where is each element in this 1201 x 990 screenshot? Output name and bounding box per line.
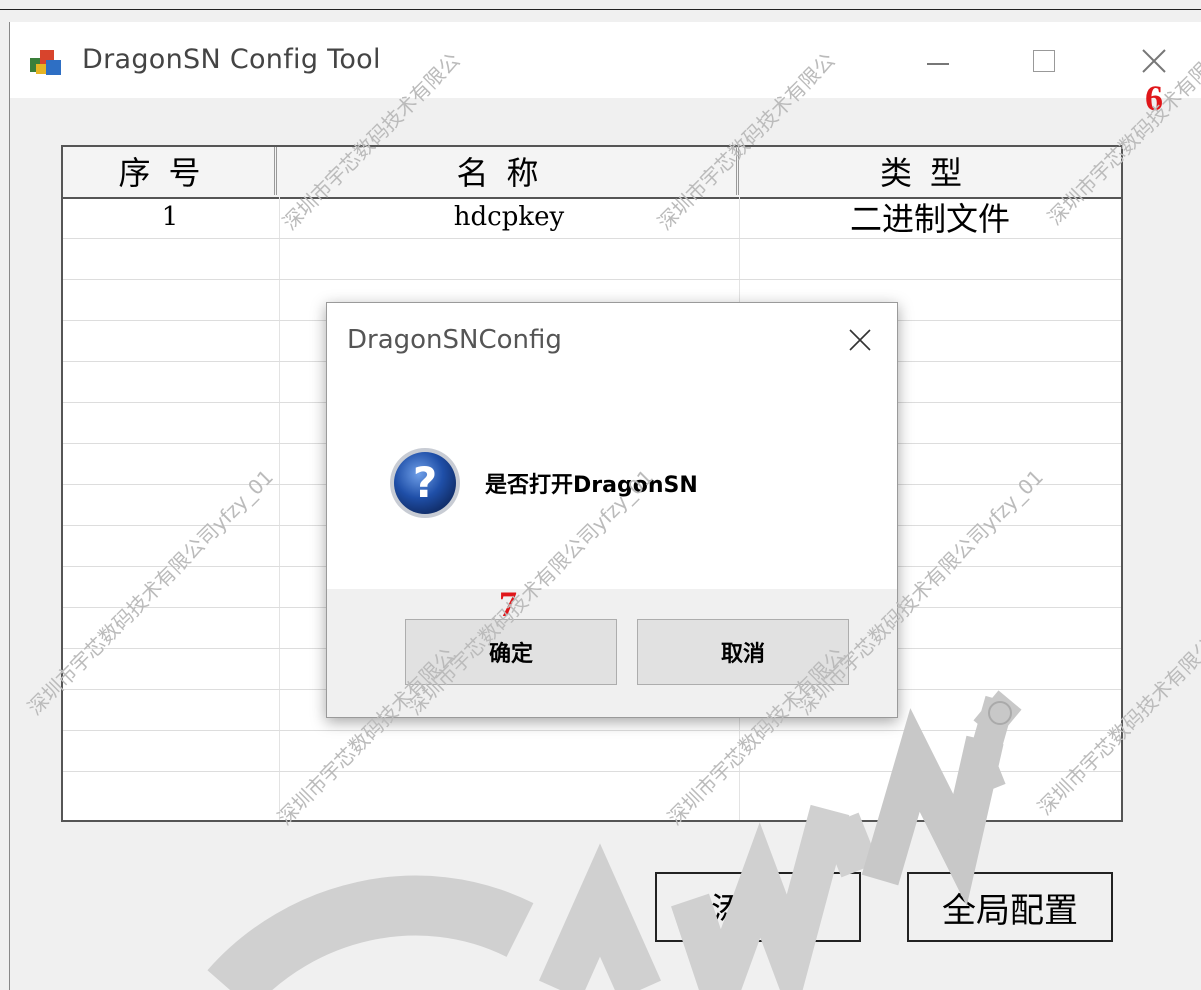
title-bar: DragonSN Config Tool [10,22,1201,98]
global-config-button[interactable]: 全局配置 [907,872,1113,942]
row-name: hdcpkey [453,202,565,232]
document-rule [0,9,1201,10]
empty-row[interactable] [63,771,1121,812]
cancel-button[interactable]: 取消 [637,619,849,685]
minimize-icon [927,63,949,65]
close-icon [1142,49,1166,73]
window-title: DragonSN Config Tool [82,44,381,75]
confirm-dialog: DragonSNConfig ? 是否打开DragonSN 确定 取消 [326,302,898,718]
app-icon [30,50,61,75]
table-header: 序号 名称 类型 [63,147,1121,199]
step-callout-6: 6 [1145,78,1163,118]
maximize-icon [1033,50,1055,72]
dialog-title: DragonSNConfig [347,325,562,355]
column-header-name[interactable]: 名称 [277,147,739,195]
add-button[interactable]: 添加 [655,872,861,942]
row-type: 二进制文件 [849,200,1010,238]
maximize-button[interactable] [1014,36,1074,86]
ok-button[interactable]: 确定 [405,619,617,685]
svg-text:?: ? [413,458,437,507]
dialog-close-icon[interactable] [843,323,877,357]
minimize-button[interactable] [908,36,968,86]
dialog-message: 是否打开DragonSN [485,473,698,498]
table-row[interactable]: 1 hdcpkey 二进制文件 [63,197,1121,239]
question-icon: ? [390,448,460,518]
column-header-index[interactable]: 序号 [63,147,277,195]
step-callout-7: 7 [499,584,517,624]
column-header-type[interactable]: 类型 [739,147,1121,195]
empty-row[interactable] [63,238,1121,280]
row-index: 1 [161,202,179,232]
empty-row[interactable] [63,730,1121,772]
